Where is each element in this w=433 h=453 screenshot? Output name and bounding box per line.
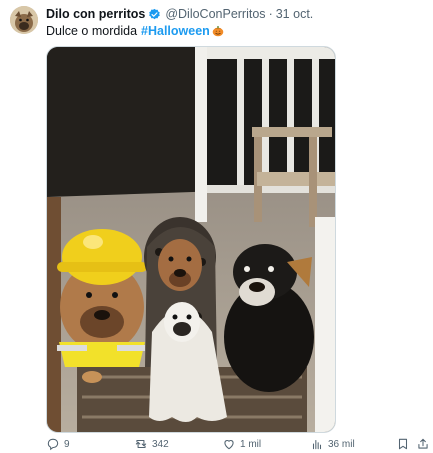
avatar[interactable] (10, 6, 38, 34)
tweet-photo[interactable] (46, 46, 336, 433)
retweet-icon (135, 439, 147, 449)
author-handle[interactable]: @DiloConPerritos (165, 7, 265, 21)
tweet[interactable]: Dilo con perritos @DiloConPerritos · 31 … (0, 0, 433, 453)
reply-count: 9 (64, 438, 70, 450)
views-button[interactable]: 36 mil (310, 436, 355, 452)
verified-badge-icon (148, 8, 161, 21)
tweet-date[interactable]: 31 oct. (276, 7, 314, 21)
retweet-count: 342 (152, 438, 169, 450)
like-button[interactable]: 1 mil (222, 436, 261, 452)
author-name[interactable]: Dilo con perritos (46, 7, 145, 21)
pumpkin-icon (212, 25, 224, 37)
reply-button[interactable]: 9 (46, 436, 70, 452)
share-button[interactable] (416, 436, 430, 452)
analytics-icon (312, 439, 322, 450)
view-count: 36 mil (328, 438, 355, 450)
reply-icon (47, 438, 59, 451)
hashtag-link[interactable]: #Halloween (141, 23, 210, 39)
tweet-header: Dilo con perritos @DiloConPerritos · 31 … (46, 6, 313, 22)
bookmark-button[interactable] (396, 436, 410, 452)
retweet-button[interactable]: 342 (134, 436, 169, 452)
share-icon (418, 438, 428, 449)
like-count: 1 mil (240, 438, 262, 450)
tweet-actions: 9 342 1 mil 36 mil (46, 436, 428, 452)
separator-dot: · (268, 7, 273, 21)
bookmark-icon (398, 438, 408, 450)
tweet-body: Dulce o mordida (46, 24, 138, 38)
heart-icon (224, 440, 234, 450)
tweet-text: Dulce o mordida #Halloween (46, 23, 224, 39)
